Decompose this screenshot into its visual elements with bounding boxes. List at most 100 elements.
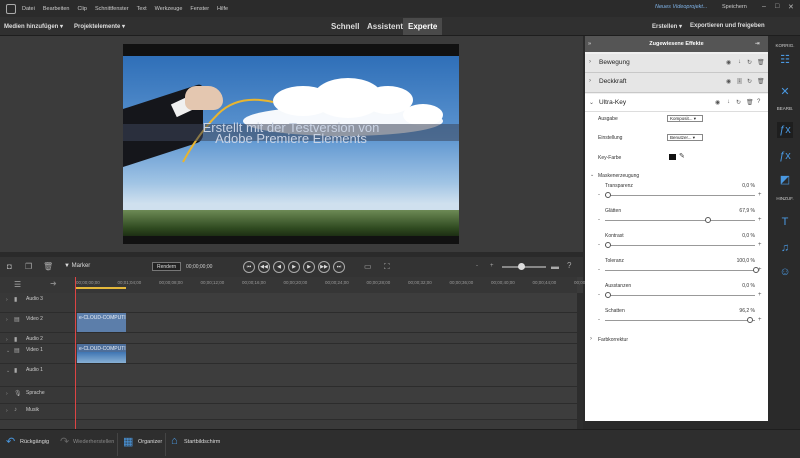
slider-knob[interactable] [605, 192, 611, 198]
track-toggle-icon[interactable]: › [6, 337, 8, 343]
menu-clip[interactable]: Clip [77, 6, 86, 12]
section-bewegung[interactable]: › Bewegung ◉ ↓ ↻ 🗑 [585, 54, 768, 73]
copy-icon[interactable]: ❐ [25, 262, 32, 271]
param-slider[interactable] [605, 217, 755, 223]
tools-icon[interactable]: ✕ [777, 84, 793, 100]
transitions-icon[interactable]: ◩ [777, 172, 793, 188]
track-toggle-icon[interactable]: ⌄ [6, 368, 10, 374]
delete-icon[interactable]: 🗑 [757, 59, 765, 66]
track-clip[interactable]: e-CLOUD-COMPUTING [77, 313, 126, 332]
chevron-right-icon[interactable]: › [589, 59, 591, 65]
menu-fenster[interactable]: Fenster [190, 6, 209, 12]
mode-experte[interactable]: Experte [403, 18, 443, 35]
redo-icon[interactable]: ↷ [60, 435, 69, 448]
home-button[interactable]: Startbildschirm [184, 439, 220, 445]
create-dropdown[interactable]: Erstellen ▾ [652, 23, 682, 30]
help-icon[interactable]: ? [567, 261, 571, 270]
minus-icon[interactable]: - [598, 292, 600, 298]
collapse-icon[interactable]: » [588, 36, 591, 52]
param-value[interactable]: 67,9 % [725, 208, 755, 214]
eyedropper-icon[interactable]: ✎ [679, 152, 685, 160]
applied-effects-icon[interactable]: ƒx [777, 122, 793, 138]
minimize-icon[interactable]: – [762, 3, 766, 10]
minus-icon[interactable]: - [598, 317, 600, 323]
play-icon[interactable]: ▶ [288, 261, 300, 273]
track-row[interactable]: › ▤ Video 2 e-CLOUD-COMPUTING [0, 313, 577, 333]
timecode[interactable]: 00;00;00;00 [186, 264, 212, 270]
keyframe-icon[interactable]: ↓ [737, 78, 742, 84]
trash-icon[interactable]: 🗑 [43, 262, 53, 271]
organizer-button[interactable]: Organizer [138, 439, 162, 445]
plus-icon[interactable]: + [758, 267, 762, 273]
param-slider[interactable] [605, 192, 755, 198]
titles-icon[interactable]: T [777, 214, 793, 230]
track-row[interactable]: › ▮ Audio 2 [0, 333, 577, 344]
track-toggle-icon[interactable]: ⌄ [6, 348, 10, 354]
plus-icon[interactable]: + [758, 192, 762, 198]
monitor-icon[interactable]: ▭ [364, 262, 372, 271]
zoom-fit-icon[interactable]: ▬ [551, 262, 559, 271]
param-slider[interactable] [605, 242, 755, 248]
goto-end-icon[interactable]: ⏭ [333, 261, 345, 273]
video-preview[interactable]: Erstellt mit der Testversion von Adobe P… [123, 44, 459, 244]
project-assets-dropdown[interactable]: Projektelemente ▾ [74, 23, 125, 30]
chevron-down-icon[interactable]: ⌄ [589, 99, 594, 106]
track-toggle-icon[interactable]: › [6, 317, 8, 323]
section-deckkraft[interactable]: › Deckkraft ◉ ↓ ↻ 🗑 [585, 73, 768, 93]
frame-back-icon[interactable]: ◀ [273, 261, 285, 273]
param-value[interactable]: 100,0 % [725, 258, 755, 264]
plus-icon[interactable]: + [758, 242, 762, 248]
track-row[interactable]: › ♪ Musik [0, 404, 577, 420]
eye-icon[interactable]: ◉ [715, 99, 720, 106]
graphics-icon[interactable]: ☺ [777, 264, 793, 280]
plus-icon[interactable]: + [758, 217, 762, 223]
track-row[interactable]: ⌄ ▤ Video 1 e-CLOUD-COMPUTI [0, 344, 577, 364]
redo-button[interactable]: Wiederherstellen [73, 439, 114, 445]
render-button[interactable]: Rendern [152, 262, 182, 271]
ausgabe-select[interactable]: Komposit... ▾ [667, 115, 703, 122]
frame-forward-icon[interactable]: ▶ [303, 261, 315, 273]
export-button[interactable]: Exportieren und freigeben [690, 23, 765, 29]
panel-menu-icon[interactable]: ⇥ [755, 36, 760, 52]
zoom-slider[interactable] [502, 263, 546, 270]
organizer-icon[interactable]: ▦ [123, 435, 133, 448]
param-slider[interactable] [605, 267, 759, 273]
slider-knob[interactable] [605, 242, 611, 248]
refresh-icon[interactable]: ↻ [747, 78, 752, 85]
playhead[interactable] [75, 277, 76, 429]
minus-icon[interactable]: - [598, 267, 600, 273]
save-button[interactable]: Speichern [722, 4, 747, 10]
eye-icon[interactable]: ◉ [726, 59, 731, 66]
track-row[interactable]: ⌄ ▮ Audio 1 [0, 364, 577, 387]
track-row[interactable]: › 🎙 Sprache [0, 387, 577, 404]
param-value[interactable]: 0,0 % [725, 183, 755, 189]
camera-icon[interactable]: ◘ [7, 262, 12, 271]
home-icon[interactable]: ⌂ [171, 435, 178, 447]
info-icon[interactable]: ? [757, 99, 760, 105]
menu-bearbeiten[interactable]: Bearbeiten [43, 6, 70, 12]
refresh-icon[interactable]: ↻ [736, 99, 741, 106]
delete-icon[interactable]: 🗑 [757, 78, 765, 85]
effects-icon[interactable]: ƒx [777, 148, 793, 164]
undo-icon[interactable]: ↶ [6, 435, 15, 448]
slider-knob[interactable] [705, 217, 711, 223]
minus-icon[interactable]: - [598, 242, 600, 248]
menu-schnittfenster[interactable]: Schnittfenster [95, 6, 129, 12]
zoom-in-small-icon[interactable]: + [490, 263, 494, 269]
menu-hilfe[interactable]: Hilfe [217, 6, 228, 12]
step-forward-icon[interactable]: ▶▶ [318, 261, 330, 273]
zoom-slider-knob[interactable] [518, 263, 525, 270]
menu-datei[interactable]: Datei [22, 6, 35, 12]
plus-icon[interactable]: + [758, 317, 762, 323]
goto-start-icon[interactable]: ⏮ [243, 261, 255, 273]
menu-werkzeuge[interactable]: Werkzeuge [155, 6, 183, 12]
step-back-icon[interactable]: ◀◀ [258, 261, 270, 273]
timeline-ruler[interactable]: ☰ ➜ 00;00;00;00 00;01;04;00 00;00;08;00 00;… [0, 277, 598, 293]
param-value[interactable]: 0,0 % [725, 283, 755, 289]
chevron-down-icon[interactable]: ⌄ [590, 172, 594, 178]
undo-button[interactable]: Rückgängig [20, 439, 49, 445]
fullscreen-icon[interactable]: ⛶ [384, 262, 390, 272]
mode-schnell[interactable]: Schnell [326, 18, 364, 35]
track-toggle-icon[interactable]: › [6, 297, 8, 303]
reset-icon[interactable]: ↓ [727, 99, 730, 105]
